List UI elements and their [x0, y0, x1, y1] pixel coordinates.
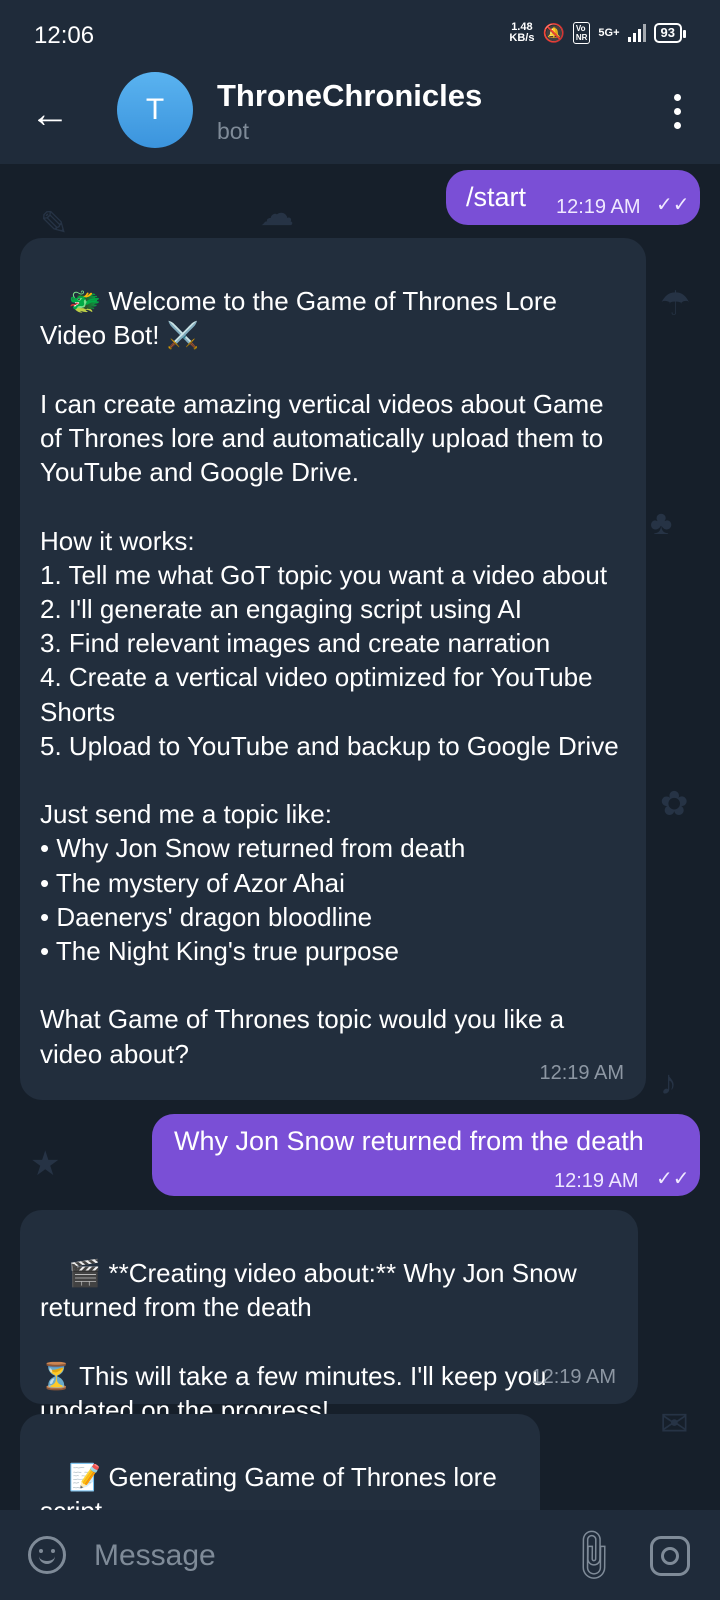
volte-badge: Vo NR [572, 22, 591, 44]
message-text: /start [466, 182, 527, 212]
signal-icon [627, 24, 646, 42]
chat-header: ← T ThroneChronicles bot [0, 72, 720, 164]
chat-subtitle: bot [217, 118, 249, 144]
message-text: 🐲 Welcome to the Game of Thrones Lore Vi… [40, 286, 619, 1069]
message-time: 12:19 AM [539, 1061, 624, 1084]
more-vert-icon[interactable] [674, 94, 682, 129]
doodle-icon: ☁ [260, 195, 294, 233]
chat-title[interactable]: ThroneChronicles [217, 78, 482, 114]
message-time: 12:19 AM [531, 1365, 616, 1388]
message-text: Why Jon Snow returned from the death [174, 1126, 644, 1156]
message-time: 12:19 AM [554, 1170, 639, 1192]
double-check-icon: ✓✓ [656, 194, 690, 216]
doodle-icon: ✉ [660, 1405, 689, 1443]
doodle-icon: ✿ [660, 785, 689, 823]
network-speed: 1.48 KB/s [509, 22, 534, 44]
status-bar: 12:06 1.48 KB/s 🔕 Vo NR 5G+ 93 [0, 0, 720, 72]
network-type: 5G+ [598, 27, 620, 39]
chat-area[interactable]: ✎ ☁ ☂ ♣ ✿ ♪ ★ ✉ /start 12:19 AM ✓✓ 🐲 Wel… [0, 164, 720, 1510]
message-bubble-incoming[interactable]: 📝 Generating Game of Thrones lore script… [20, 1414, 540, 1510]
message-time: 12:19 AM [556, 196, 641, 218]
message-bubble-outgoing[interactable]: Why Jon Snow returned from the death 12:… [152, 1114, 700, 1196]
avatar-letter: T [145, 93, 165, 126]
message-bubble-incoming[interactable]: 🎬 **Creating video about:** Why Jon Snow… [20, 1210, 638, 1425]
doodle-icon: ♣ [650, 504, 673, 542]
status-icons: 1.48 KB/s 🔕 Vo NR 5G+ 93 [509, 22, 687, 44]
back-arrow-icon[interactable]: ← [30, 92, 70, 136]
message-text: 🎬 **Creating video about:** Why Jon Snow… [40, 1258, 577, 1426]
message-bubble-outgoing[interactable]: /start 12:19 AM ✓✓ [446, 170, 700, 225]
network-speed-unit: KB/s [509, 32, 535, 44]
message-input[interactable] [92, 1532, 526, 1580]
doodle-icon: ♪ [660, 1064, 677, 1102]
emoji-icon[interactable] [28, 1536, 66, 1574]
message-text: 📝 Generating Game of Thrones lore script… [40, 1462, 497, 1510]
message-input-bar: 📎︎ [0, 1510, 720, 1600]
double-check-icon: ✓✓ [656, 1168, 690, 1190]
attach-icon[interactable]: 📎︎ [560, 1523, 625, 1588]
battery-icon: 93 [653, 23, 687, 43]
doodle-icon: ★ [30, 1145, 61, 1183]
status-time: 12:06 [34, 22, 95, 49]
mute-alarm-icon: 🔕 [542, 22, 565, 43]
message-bubble-incoming[interactable]: 🐲 Welcome to the Game of Thrones Lore Vi… [20, 238, 646, 1100]
avatar[interactable]: T [117, 72, 193, 148]
doodle-icon: ☂ [660, 285, 691, 323]
camera-icon[interactable] [650, 1536, 690, 1576]
